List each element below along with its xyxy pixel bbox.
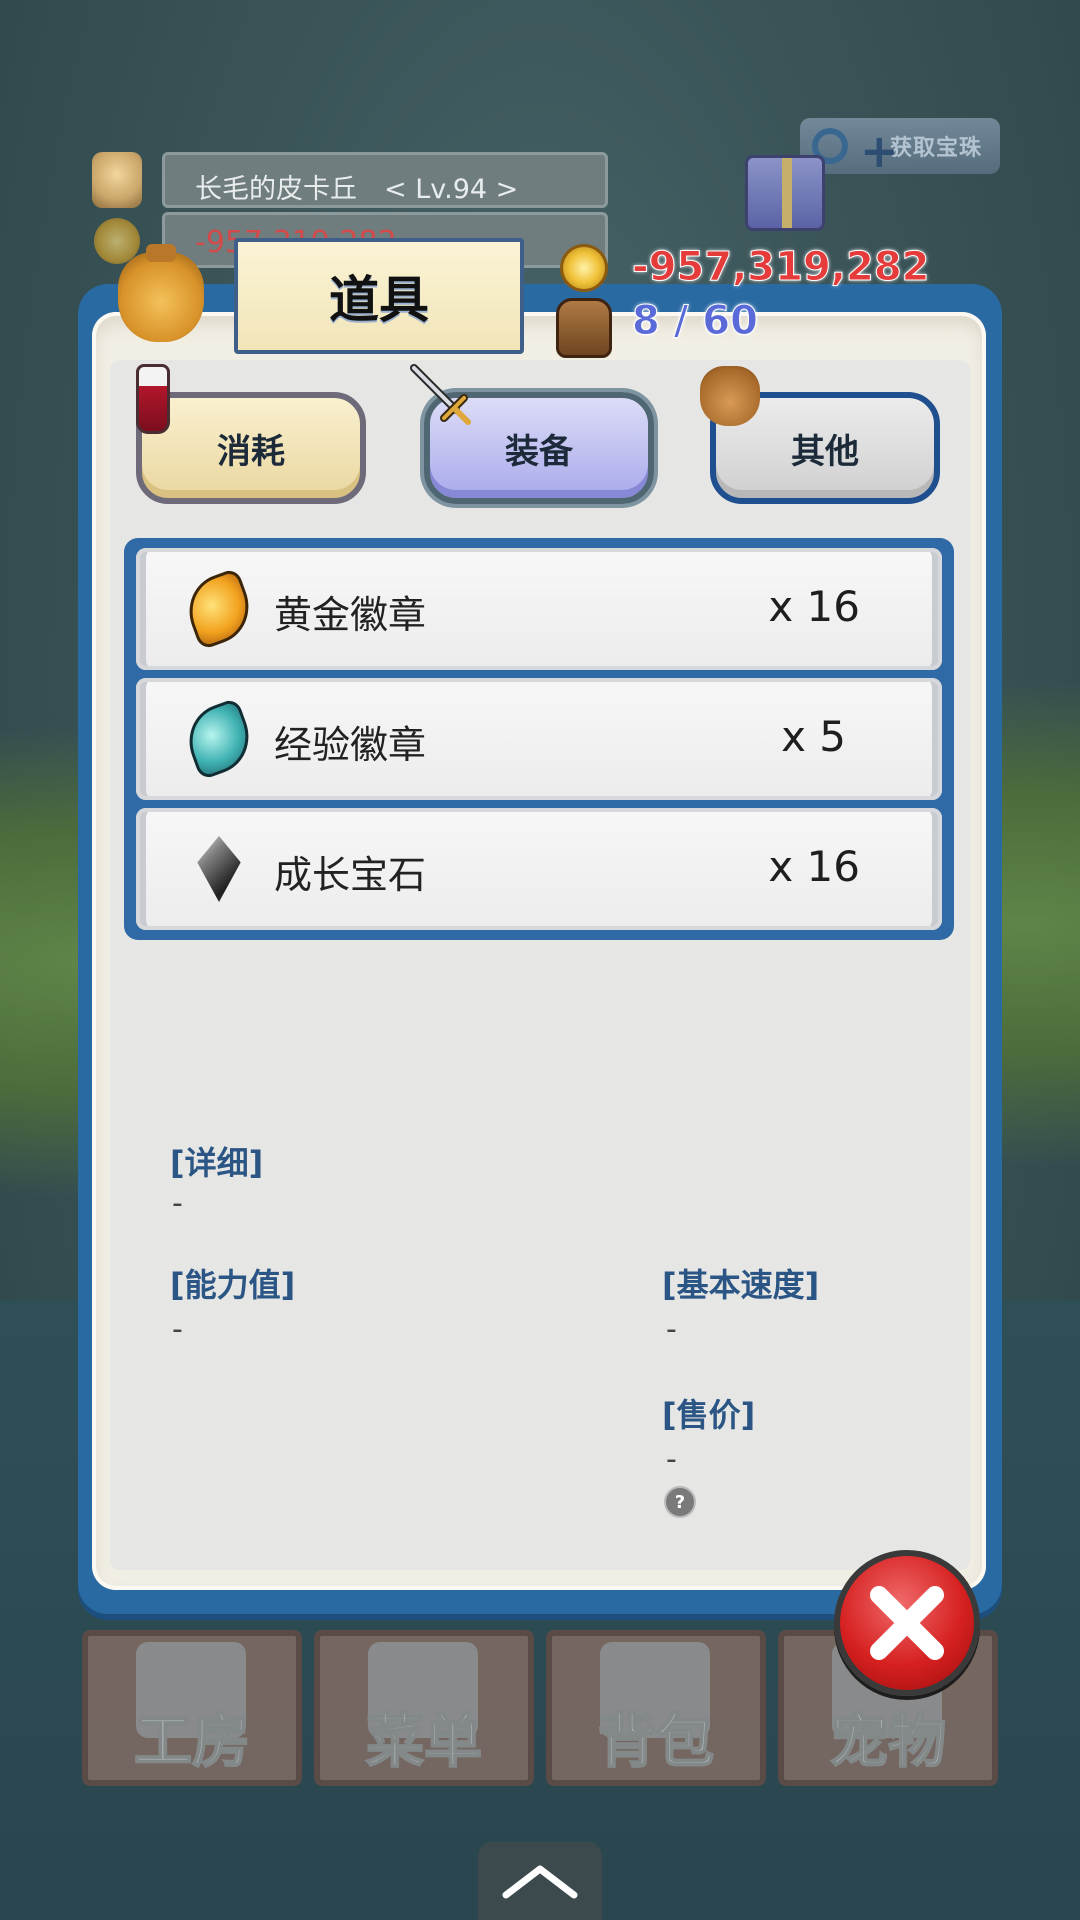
sword-icon (410, 364, 471, 425)
character-avatar (92, 152, 142, 208)
player-name-plate: 长毛的皮卡丘 < Lv.94 > (162, 152, 608, 208)
nav-workshop-label: 工房 (133, 1706, 251, 1776)
tab-consumables[interactable]: 消耗 (136, 392, 366, 504)
base-speed-label: [基本速度] (662, 1266, 820, 1304)
gold-coin-icon (560, 244, 608, 292)
help-icon[interactable]: ? (664, 1486, 696, 1518)
expand-button[interactable] (478, 1842, 602, 1920)
item-quantity: x 16 (768, 842, 860, 891)
item-name: 经验徽章 (274, 723, 427, 767)
nav-backpack-label: 背包 (597, 1706, 715, 1776)
item-quantity: x 5 (781, 712, 846, 761)
backpack-capacity-icon (556, 298, 612, 358)
get-orb-button[interactable]: + 获取宝珠 (800, 118, 1000, 178)
nav-menu[interactable]: 菜单 (314, 1630, 534, 1786)
plus-icon: + (860, 124, 900, 178)
item-name: 成长宝石 (274, 853, 427, 897)
item-bag-icon (118, 244, 204, 342)
tab-other-label: 其他 (791, 431, 859, 472)
tab-consumables-label: 消耗 (217, 431, 285, 472)
ability-label: [能力值] (170, 1266, 296, 1304)
gold-badge-icon (178, 567, 260, 651)
chevron-up-icon (502, 1865, 578, 1899)
list-item[interactable]: 成长宝石 x 16 (136, 808, 942, 930)
price-label: [售价] (662, 1396, 756, 1434)
potion-icon (136, 364, 170, 434)
panel-title: 道具 (234, 238, 524, 354)
item-quantity: x 16 (768, 582, 860, 631)
get-orb-label: 获取宝珠 (889, 136, 982, 161)
exp-badge-icon (178, 697, 260, 781)
base-speed-value: - (666, 1312, 677, 1347)
nav-menu-label: 菜单 (365, 1706, 483, 1776)
list-item[interactable]: 黄金徽章 x 16 (136, 548, 942, 670)
close-button[interactable] (834, 1550, 980, 1696)
list-item[interactable]: 经验徽章 x 5 (136, 678, 942, 800)
price-value: - (666, 1442, 677, 1477)
inventory-capacity: 8 / 60 (632, 298, 759, 345)
pouch-icon (700, 366, 760, 426)
tab-equipment-label: 装备 (505, 431, 573, 472)
nav-workshop[interactable]: 工房 (82, 1630, 302, 1786)
detail-label: [详细] (170, 1144, 264, 1182)
gem-icon (197, 836, 241, 902)
gold-amount: -957,319,282 (631, 244, 930, 291)
nav-pet-label: 宠物 (829, 1706, 947, 1776)
ability-value: - (172, 1312, 183, 1347)
gift-box-icon[interactable] (745, 155, 825, 231)
detail-value: - (172, 1186, 183, 1221)
nav-backpack[interactable]: 背包 (546, 1630, 766, 1786)
item-name: 黄金徽章 (274, 593, 427, 637)
close-icon (870, 1586, 944, 1660)
item-list: 黄金徽章 x 16 经验徽章 x 5 成长宝石 x 16 (124, 538, 954, 940)
